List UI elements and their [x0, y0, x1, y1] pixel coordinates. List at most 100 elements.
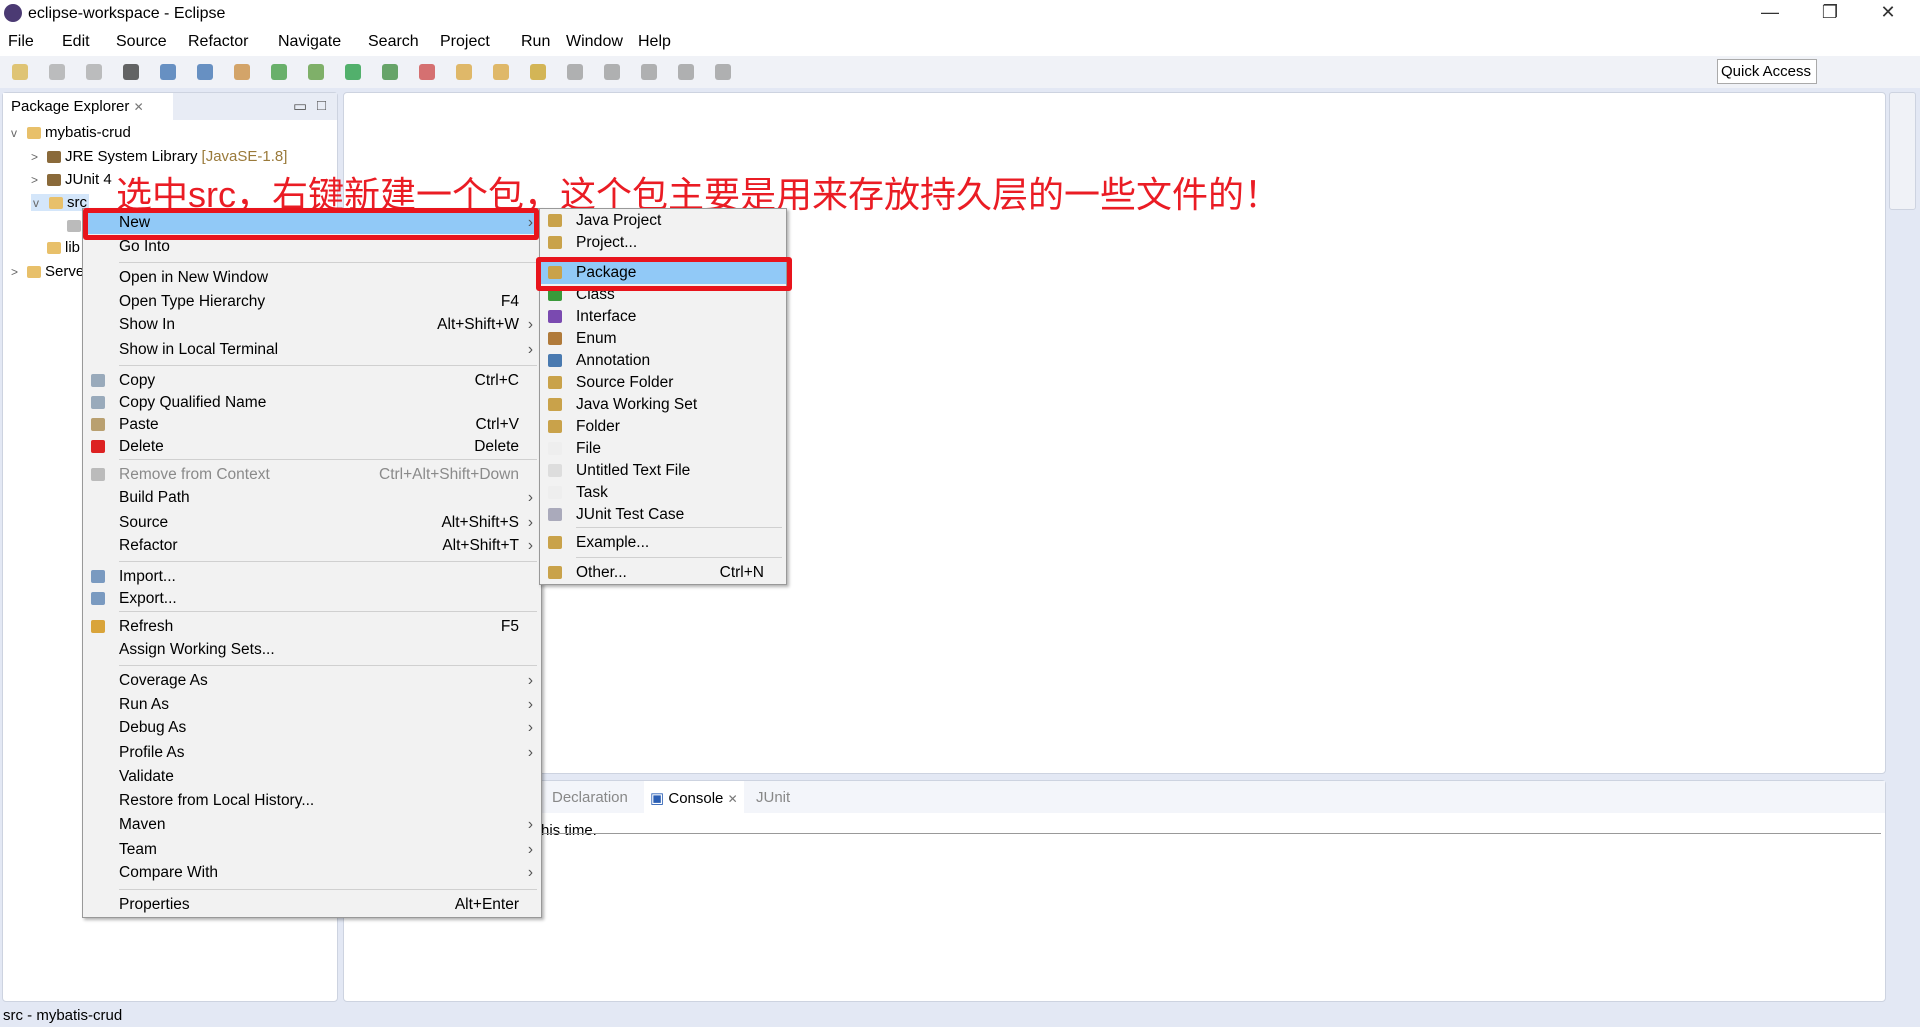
- menu-item-validate[interactable]: Validate: [83, 765, 541, 788]
- tree-item[interactable]: > JRE System Library [JavaSE-1.8]: [31, 148, 287, 165]
- menu-item-paste[interactable]: Paste Ctrl+V: [83, 413, 541, 436]
- menu-item-enum[interactable]: Enum: [540, 327, 786, 350]
- menu-item-show-in-local-terminal[interactable]: Show in Local Terminal ›: [83, 338, 541, 361]
- tab-console[interactable]: ▣ Console ✕: [644, 781, 744, 813]
- menu-item-remove-from-context[interactable]: Remove from Context Ctrl+Alt+Shift+Down: [83, 463, 541, 486]
- tree-item[interactable]: v mybatis-crud: [11, 124, 131, 141]
- menu-project[interactable]: Project: [440, 33, 490, 51]
- menu-item-copy-qualified-name[interactable]: Copy Qualified Name: [83, 391, 541, 414]
- menu-item-junit-test-case[interactable]: JUnit Test Case: [540, 503, 786, 526]
- toolbar-button-icon[interactable]: [678, 64, 694, 80]
- menu-source[interactable]: Source: [116, 33, 167, 51]
- menu-item-refactor[interactable]: Refactor Alt+Shift+T ›: [83, 534, 541, 557]
- menu-item-task[interactable]: Task: [540, 481, 786, 504]
- menu-item-label: Compare With: [119, 864, 219, 881]
- toolbar-button-icon[interactable]: [123, 64, 139, 80]
- menu-item-properties[interactable]: Properties Alt+Enter: [83, 893, 541, 916]
- menu-edit[interactable]: Edit: [62, 33, 90, 51]
- menu-search[interactable]: Search: [368, 33, 419, 51]
- toolbar-button-icon[interactable]: [271, 64, 287, 80]
- toolbar-button-icon[interactable]: [308, 64, 324, 80]
- menu-item-open-type-hierarchy[interactable]: Open Type Hierarchy F4: [83, 290, 541, 313]
- toolbar-button-icon[interactable]: [456, 64, 472, 80]
- menu-item-delete[interactable]: Delete Delete: [83, 435, 541, 458]
- menu-item-show-in[interactable]: Show In Alt+Shift+W ›: [83, 313, 541, 336]
- toolbar-button-icon[interactable]: [419, 64, 435, 80]
- maximize-icon[interactable]: □: [317, 97, 326, 114]
- menu-item-open-in-new-window[interactable]: Open in New Window: [83, 266, 541, 289]
- menu-item-team[interactable]: Team ›: [83, 838, 541, 861]
- menu-item-folder[interactable]: Folder: [540, 415, 786, 438]
- menu-refactor[interactable]: Refactor: [188, 33, 248, 51]
- toolbar-button-icon[interactable]: [641, 64, 657, 80]
- twisty-icon[interactable]: v: [33, 196, 49, 210]
- tree-item[interactable]: v src: [31, 194, 89, 211]
- menu-window[interactable]: Window: [566, 33, 623, 51]
- twisty-icon[interactable]: [31, 241, 47, 255]
- menu-item-untitled-text-file[interactable]: Untitled Text File: [540, 459, 786, 482]
- toolbar-button-icon[interactable]: [12, 64, 28, 80]
- close-button[interactable]: ✕: [1868, 2, 1908, 23]
- toolbar-button-icon[interactable]: [197, 64, 213, 80]
- menu-item-build-path[interactable]: Build Path ›: [83, 486, 541, 509]
- toolbar-button-icon[interactable]: [345, 64, 361, 80]
- menu-item-label: Open in New Window: [119, 269, 269, 286]
- menu-item-file[interactable]: File: [540, 437, 786, 460]
- menu-item-interface[interactable]: Interface: [540, 305, 786, 328]
- menu-item-refresh[interactable]: Refresh F5: [83, 615, 541, 638]
- toolbar-button-icon[interactable]: [567, 64, 583, 80]
- menu-item-source[interactable]: Source Alt+Shift+S ›: [83, 511, 541, 534]
- toolbar-button-icon[interactable]: [604, 64, 620, 80]
- tree-item[interactable]: lib: [31, 239, 80, 256]
- menu-item-example[interactable]: Example...: [540, 531, 786, 554]
- toolbar-button-icon[interactable]: [493, 64, 509, 80]
- menu-item-annotation[interactable]: Annotation: [540, 349, 786, 372]
- twisty-icon[interactable]: >: [31, 173, 47, 187]
- window-title: eclipse-workspace - Eclipse: [28, 5, 226, 22]
- menu-item-copy[interactable]: Copy Ctrl+C: [83, 369, 541, 392]
- toolbar-button-icon[interactable]: [382, 64, 398, 80]
- menu-item-source-folder[interactable]: Source Folder: [540, 371, 786, 394]
- tree-item[interactable]: > Serve: [11, 263, 84, 280]
- menu-help[interactable]: Help: [638, 33, 671, 51]
- quick-access-input[interactable]: Quick Access: [1717, 59, 1817, 84]
- menu-item-restore-from-local-history[interactable]: Restore from Local History...: [83, 789, 541, 812]
- tree-item[interactable]: > JUnit 4: [31, 171, 112, 188]
- tab-declaration[interactable]: Declaration: [552, 789, 628, 806]
- toolbar-button-icon[interactable]: [49, 64, 65, 80]
- menu-item-import[interactable]: Import...: [83, 565, 541, 588]
- menu-item-project[interactable]: Project...: [540, 231, 786, 254]
- menu-item-assign-working-sets[interactable]: Assign Working Sets...: [83, 638, 541, 661]
- twisty-icon[interactable]: >: [11, 265, 27, 279]
- menu-item-maven[interactable]: Maven ›: [83, 813, 541, 836]
- menu-item-profile-as[interactable]: Profile As ›: [83, 741, 541, 764]
- menu-item-export[interactable]: Export...: [83, 587, 541, 610]
- menu-item-label: Refactor: [119, 537, 178, 554]
- tab-package-explorer[interactable]: Package Explorer ✕: [3, 93, 173, 120]
- menu-item-java-working-set[interactable]: Java Working Set: [540, 393, 786, 416]
- toolbar-button-icon[interactable]: [715, 64, 731, 80]
- menu-item-compare-with[interactable]: Compare With ›: [83, 861, 541, 884]
- minimize-icon[interactable]: ▭: [293, 97, 307, 115]
- minimize-button[interactable]: —: [1750, 2, 1790, 23]
- menu-item-other[interactable]: Other... Ctrl+N: [540, 561, 786, 584]
- shortcut-label: Alt+Enter: [454, 896, 519, 913]
- twisty-icon[interactable]: v: [11, 126, 27, 140]
- toolbar-button-icon[interactable]: [234, 64, 250, 80]
- twisty-icon[interactable]: >: [31, 150, 47, 164]
- menu-navigate[interactable]: Navigate: [278, 33, 341, 51]
- menu-item-java-project[interactable]: Java Project: [540, 209, 786, 232]
- close-tab-icon[interactable]: ✕: [134, 100, 144, 114]
- tree-item[interactable]: [51, 217, 85, 234]
- toolbar-button-icon[interactable]: [530, 64, 546, 80]
- menu-item-coverage-as[interactable]: Coverage As ›: [83, 669, 541, 692]
- restore-button[interactable]: ❐: [1810, 2, 1850, 23]
- toolbar-button-icon[interactable]: [160, 64, 176, 80]
- menu-item-debug-as[interactable]: Debug As ›: [83, 716, 541, 739]
- menu-file[interactable]: File: [8, 33, 34, 51]
- menu-item-run-as[interactable]: Run As ›: [83, 693, 541, 716]
- tab-junit[interactable]: JUnit: [756, 789, 790, 806]
- twisty-icon[interactable]: [51, 219, 67, 233]
- toolbar-button-icon[interactable]: [86, 64, 102, 80]
- menu-run[interactable]: Run: [521, 33, 550, 51]
